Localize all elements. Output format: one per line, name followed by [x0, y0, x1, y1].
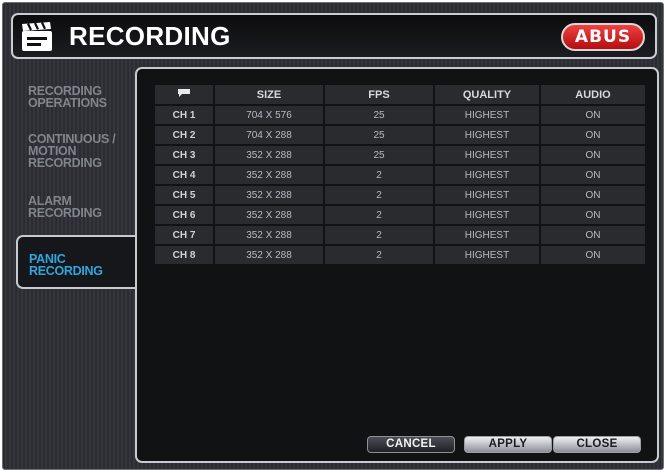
size-cell[interactable]: 352 X 288	[215, 226, 323, 244]
quality-cell[interactable]: HIGHEST	[435, 206, 539, 224]
fps-cell[interactable]: 25	[325, 106, 433, 124]
audio-cell[interactable]: ON	[541, 106, 645, 124]
apply-button[interactable]: APPLY	[464, 436, 552, 453]
page-title: RECORDING	[69, 21, 231, 51]
size-cell[interactable]: 704 X 288	[215, 126, 323, 144]
fps-cell[interactable]: 25	[325, 126, 433, 144]
audio-cell[interactable]: ON	[541, 206, 645, 224]
quality-cell[interactable]: HIGHEST	[435, 186, 539, 204]
sidebar-item-label: OPERATIONS	[28, 96, 107, 110]
recording-window: RECORDING ABUS RECORDING OPERATIONS CONT…	[2, 2, 664, 470]
channel-settings-table: SIZE FPS QUALITY AUDIO CH 1 704 X 576 25…	[153, 83, 647, 266]
channel-label: CH 4	[155, 166, 213, 184]
column-header-channel[interactable]	[155, 85, 213, 104]
audio-cell[interactable]: ON	[541, 146, 645, 164]
fps-cell[interactable]: 2	[325, 206, 433, 224]
table-row: CH 2 704 X 288 25 HIGHEST ON	[155, 126, 645, 144]
audio-cell[interactable]: ON	[541, 166, 645, 184]
table-row: CH 7 352 X 288 2 HIGHEST ON	[155, 226, 645, 244]
size-cell[interactable]: 352 X 288	[215, 186, 323, 204]
column-header-audio: AUDIO	[541, 85, 645, 104]
sidebar-item-recording-operations[interactable]: RECORDING OPERATIONS	[17, 85, 135, 110]
channel-label: CH 1	[155, 106, 213, 124]
quality-cell[interactable]: HIGHEST	[435, 146, 539, 164]
fps-cell[interactable]: 2	[325, 186, 433, 204]
channel-label: CH 6	[155, 206, 213, 224]
sidebar-item-label: RECORDING	[28, 206, 102, 220]
channel-label: CH 2	[155, 126, 213, 144]
channel-label: CH 5	[155, 186, 213, 204]
sidebar-item-label: RECORDING	[29, 264, 103, 278]
column-header-size: SIZE	[215, 85, 323, 104]
table-row: CH 6 352 X 288 2 HIGHEST ON	[155, 206, 645, 224]
table-row: CH 4 352 X 288 2 HIGHEST ON	[155, 166, 645, 184]
table-row: CH 5 352 X 288 2 HIGHEST ON	[155, 186, 645, 204]
size-cell[interactable]: 352 X 288	[215, 146, 323, 164]
size-cell[interactable]: 352 X 288	[215, 166, 323, 184]
fps-cell[interactable]: 25	[325, 146, 433, 164]
column-header-fps: FPS	[325, 85, 433, 104]
channel-label: CH 3	[155, 146, 213, 164]
sidebar-item-panic-recording[interactable]: PANIC RECORDING	[16, 235, 136, 289]
title-bar: RECORDING ABUS	[11, 13, 657, 59]
table-row: CH 1 704 X 576 25 HIGHEST ON	[155, 106, 645, 124]
fps-cell[interactable]: 2	[325, 166, 433, 184]
sidebar-item-label: RECORDING	[28, 156, 102, 170]
sidebar-item-alarm-recording[interactable]: ALARM RECORDING	[17, 195, 135, 220]
audio-cell[interactable]: ON	[541, 186, 645, 204]
panic-recording-panel: SIZE FPS QUALITY AUDIO CH 1 704 X 576 25…	[135, 67, 659, 463]
audio-cell[interactable]: ON	[541, 126, 645, 144]
close-button[interactable]: CLOSE	[553, 436, 641, 453]
flag-icon	[178, 89, 190, 97]
quality-cell[interactable]: HIGHEST	[435, 106, 539, 124]
table-row: CH 8 352 X 288 2 HIGHEST ON	[155, 246, 645, 264]
size-cell[interactable]: 704 X 576	[215, 106, 323, 124]
quality-cell[interactable]: HIGHEST	[435, 126, 539, 144]
quality-cell[interactable]: HIGHEST	[435, 166, 539, 184]
size-cell[interactable]: 352 X 288	[215, 206, 323, 224]
quality-cell[interactable]: HIGHEST	[435, 226, 539, 244]
size-cell[interactable]: 352 X 288	[215, 246, 323, 264]
clapperboard-icon	[22, 22, 52, 51]
fps-cell[interactable]: 2	[325, 246, 433, 264]
channel-label: CH 8	[155, 246, 213, 264]
audio-cell[interactable]: ON	[541, 246, 645, 264]
audio-cell[interactable]: ON	[541, 226, 645, 244]
fps-cell[interactable]: 2	[325, 226, 433, 244]
quality-cell[interactable]: HIGHEST	[435, 246, 539, 264]
channel-label: CH 7	[155, 226, 213, 244]
sidebar-item-continuous-motion-recording[interactable]: CONTINUOUS / MOTION RECORDING	[17, 133, 135, 170]
cancel-button[interactable]: CANCEL	[367, 436, 455, 453]
table-row: CH 3 352 X 288 25 HIGHEST ON	[155, 146, 645, 164]
abus-logo: ABUS	[561, 23, 645, 51]
column-header-quality: QUALITY	[435, 85, 539, 104]
table-header-row: SIZE FPS QUALITY AUDIO	[155, 85, 645, 104]
